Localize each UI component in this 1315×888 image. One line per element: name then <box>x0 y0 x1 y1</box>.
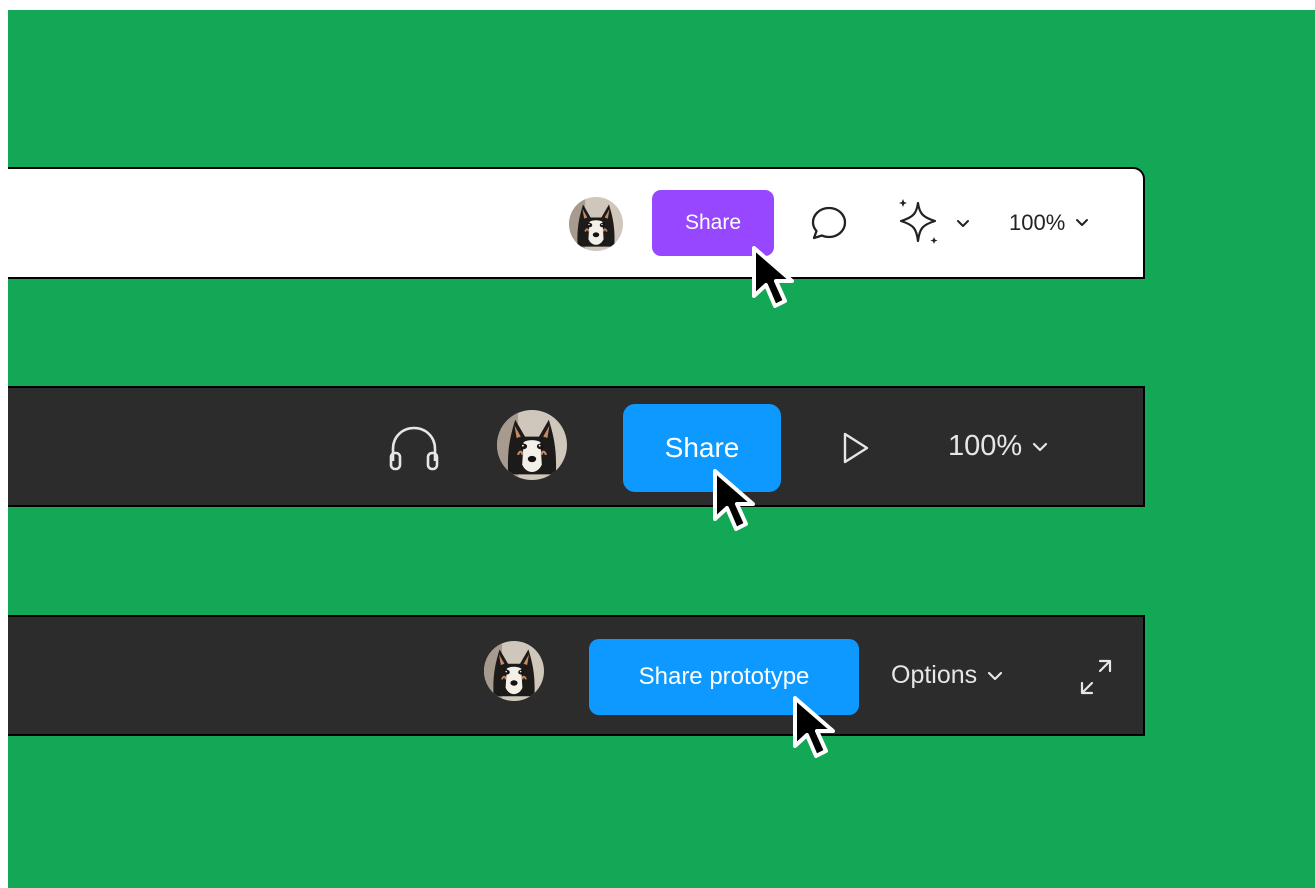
headphones-icon[interactable] <box>386 423 442 473</box>
canvas-background: Share 100% Share 100% Share prototype Op… <box>8 10 1315 888</box>
expand-icon[interactable] <box>1076 657 1116 697</box>
chevron-down-icon[interactable] <box>956 219 970 229</box>
play-icon[interactable] <box>841 431 871 465</box>
toolbar-prototype: Share prototype Options <box>8 615 1145 736</box>
ai-sparkle-icon[interactable] <box>895 197 941 247</box>
toolbar-light: Share 100% <box>8 167 1145 279</box>
avatar[interactable] <box>484 641 544 701</box>
chevron-down-icon <box>988 671 1003 680</box>
toolbar-dark: Share 100% <box>8 386 1145 507</box>
zoom-level-label: 100% <box>1009 210 1066 235</box>
avatar[interactable] <box>569 197 623 251</box>
options-dropdown[interactable]: Options <box>891 661 1003 690</box>
share-button[interactable]: Share <box>652 190 774 256</box>
options-label: Options <box>891 661 978 689</box>
zoom-dropdown[interactable]: 100% <box>1009 210 1089 236</box>
zoom-level-label: 100% <box>948 430 1023 462</box>
share-prototype-button[interactable]: Share prototype <box>589 639 859 715</box>
chevron-down-icon <box>1033 442 1048 451</box>
comment-icon[interactable] <box>809 203 849 243</box>
chevron-down-icon <box>1076 219 1089 226</box>
share-button[interactable]: Share <box>623 404 781 492</box>
avatar[interactable] <box>497 410 567 480</box>
zoom-dropdown[interactable]: 100% <box>948 430 1048 463</box>
